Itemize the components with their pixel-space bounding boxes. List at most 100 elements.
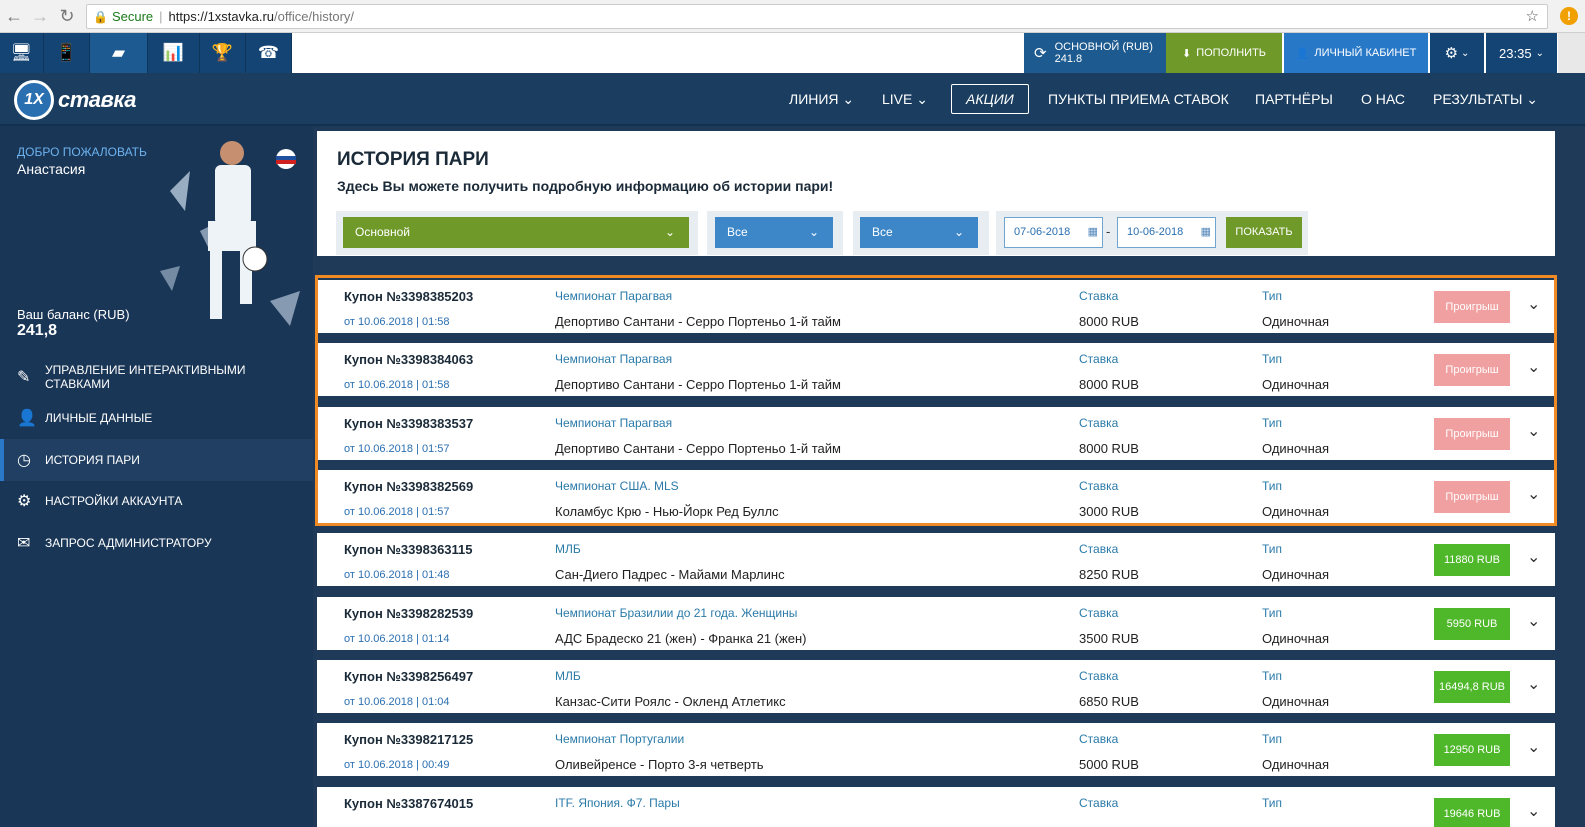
scrollbar[interactable] <box>1558 33 1585 73</box>
coupon-row[interactable]: Купон №3398282539 от 10.06.2018 | 01:14 Че… <box>317 597 1555 650</box>
personal-cabinet-button[interactable]: 👤 ЛИЧНЫЙ КАБИНЕТ <box>1284 33 1428 73</box>
result-badge: 19646 RUB <box>1434 798 1510 827</box>
coupon-number: Купон №3398282539 <box>344 606 474 621</box>
coupon-row[interactable]: Купон №3398217125 от 10.06.2018 | 00:49 Че… <box>317 723 1555 776</box>
coupon-row[interactable]: Купон №3398256497 от 10.06.2018 | 01:04 МЛ… <box>317 660 1555 713</box>
browser-toolbar: ← → ↻ 🔒 Secure | https://1xstavka.ru/office… <box>0 0 1585 33</box>
coupon-icon[interactable]: ▰ <box>90 33 148 73</box>
user-icon: 👤 <box>17 410 37 427</box>
coupon-league[interactable]: Чемпионат Бразилии до 21 года. Женщины <box>555 606 797 620</box>
show-button[interactable]: ПОКАЗАТЬ <box>1226 217 1302 248</box>
address-bar[interactable]: 🔒 Secure | https://1xstavka.ru/office/histo… <box>86 4 1548 29</box>
date-filter-wrap: 07-06-2018 ▦ - 10-06-2018 ▦ ПОКАЗАТЬ <box>996 211 1308 255</box>
account-filter-wrap: Основной ⌄ <box>336 211 698 255</box>
type-value: Одиночная <box>1262 694 1330 709</box>
coupon-number: Купон №3398217125 <box>344 732 474 747</box>
type-label: Тип <box>1262 669 1283 683</box>
url-path: /office/history/ <box>274 9 355 24</box>
coupon-number: Купон №3398256497 <box>344 669 474 684</box>
forward-arrow-icon[interactable]: → <box>30 6 50 26</box>
date-from-input[interactable]: 07-06-2018 ▦ <box>1004 217 1103 248</box>
deposit-button[interactable]: ⬇ ПОПОЛНИТЬ <box>1166 33 1282 73</box>
url-host: https://1xstavka.ru <box>168 9 275 24</box>
stats-icon[interactable]: 📊 <box>148 33 200 73</box>
sidebar-item-account-settings[interactable]: ⚙ НАСТРОЙКИ АККАУНТА <box>0 482 313 520</box>
coupon-league[interactable]: ITF. Япония. Ф7. Пары <box>555 796 680 810</box>
sidebar: ДОБРО ПОЖАЛОВАТЬ Анастасия Ваш баланс (R… <box>0 126 313 827</box>
main-nav: 1X ставка ЛИНИЯ ⌄ LIVE ⌄ АКЦИИ ПУНКТЫ ПР… <box>0 73 1585 126</box>
settings-dropdown[interactable]: ⚙ ⌄ <box>1430 33 1484 73</box>
chevron-down-icon: ⌄ <box>1535 47 1544 59</box>
logo-mark: 1X <box>14 80 54 120</box>
nav-results[interactable]: РЕЗУЛЬТАТЫ ⌄ <box>1433 73 1538 126</box>
download-icon: ⬇ <box>1181 47 1192 60</box>
top-toolbar: 🖥 📱 ▰ 📊 🏆 ☎ ⟳ ОСНОВНОЙ (RUB) 241.8 ⬇ ПОПО… <box>0 33 1585 73</box>
balance-label: ОСНОВНОЙ (RUB) <box>1054 41 1153 53</box>
logo[interactable]: 1X ставка <box>14 77 136 123</box>
expand-chevron-icon[interactable]: ⌄ <box>1527 674 1540 694</box>
coupon-league[interactable]: МЛБ <box>555 542 581 556</box>
sidebar-item-personal-data[interactable]: 👤 ЛИЧНЫЕ ДАННЫЕ <box>0 399 313 437</box>
coupon-league[interactable]: МЛБ <box>555 669 581 683</box>
type-label: Тип <box>1262 606 1283 620</box>
date-to-input[interactable]: 10-06-2018 ▦ <box>1117 217 1216 248</box>
result-badge: 11880 RUB <box>1434 544 1510 576</box>
sidebar-item-bet-history[interactable]: ◷ ИСТОРИЯ ПАРИ <box>0 439 313 481</box>
type-value: Одиночная <box>1262 631 1330 646</box>
coupon-match: АДС Брадеско 21 (жен) - Франка 21 (жен) <box>555 631 807 646</box>
coupon-date: от 10.06.2018 | 01:48 <box>344 569 450 581</box>
sidebar-item-interactive-bets[interactable]: ✎ УПРАВЛЕНИЕ ИНТЕРАКТИВНЫМИ СТАВКАМИ <box>0 357 313 397</box>
filter2-select[interactable]: Все ⌄ <box>860 217 978 248</box>
nav-bet-points[interactable]: ПУНКТЫ ПРИЕМА СТАВОК <box>1048 73 1229 126</box>
clock-icon: ◷ <box>17 452 31 469</box>
nav-live[interactable]: LIVE ⌄ <box>882 73 928 126</box>
date-separator: - <box>1106 224 1111 239</box>
balance-value: 241,8 <box>17 322 58 339</box>
calendar-icon: ▦ <box>1200 226 1211 238</box>
coupon-row[interactable]: Купон №3398363115 от 10.06.2018 | 01:48 МЛ… <box>317 533 1555 586</box>
refresh-icon[interactable]: ⟳ <box>1034 44 1047 62</box>
stake-value: 8250 RUB <box>1079 567 1139 582</box>
filter1-select[interactable]: Все ⌄ <box>715 217 833 248</box>
bookmark-star-icon[interactable]: ☆ <box>1526 5 1539 28</box>
gear-icon: ⚙ <box>1444 45 1459 62</box>
coupon-match: Оливейренсе - Порто 3-я четверть <box>555 757 764 772</box>
expand-chevron-icon[interactable]: ⌄ <box>1527 611 1540 631</box>
envelope-icon: ✉ <box>17 535 31 552</box>
nav-promotions[interactable]: АКЦИИ <box>951 84 1029 114</box>
nav-line[interactable]: ЛИНИЯ ⌄ <box>789 73 854 126</box>
sidebar-item-admin-request[interactable]: ✉ ЗАПРОС АДМИНИСТРАТОРУ <box>0 524 313 562</box>
mobile-icon[interactable]: 📱 <box>44 33 90 73</box>
expand-chevron-icon[interactable]: ⌄ <box>1527 547 1540 567</box>
stake-label: Ставка <box>1079 669 1119 683</box>
desktop-icon[interactable]: 🖥 <box>0 33 44 73</box>
coupon-row[interactable]: Купон №3387674015 ITF. Япония. Ф7. Пары Ст… <box>317 787 1555 827</box>
highlight-box <box>315 275 1557 526</box>
filter1-wrap: Все ⌄ <box>707 211 843 255</box>
player-illustration <box>160 141 300 326</box>
stake-label: Ставка <box>1079 796 1119 810</box>
expand-chevron-icon[interactable]: ⌄ <box>1527 737 1540 757</box>
balance-label: Ваш баланс (RUB) <box>17 307 130 322</box>
balance-widget[interactable]: ⟳ ОСНОВНОЙ (RUB) 241.8 <box>1024 33 1166 73</box>
coupon-date: от 10.06.2018 | 00:49 <box>344 759 450 771</box>
time-dropdown[interactable]: 23:35 ⌄ <box>1486 33 1557 73</box>
reload-icon[interactable]: ↻ <box>57 6 77 26</box>
gears-icon: ⚙ <box>17 493 32 510</box>
expand-chevron-icon[interactable]: ⌄ <box>1527 801 1540 821</box>
nav-about[interactable]: О НАС <box>1361 73 1405 126</box>
ticket-icon: ✎ <box>17 369 31 386</box>
coupon-date: от 10.06.2018 | 01:04 <box>344 696 450 708</box>
stake-value: 6850 RUB <box>1079 694 1139 709</box>
stake-label: Ставка <box>1079 606 1119 620</box>
back-arrow-icon[interactable]: ← <box>4 6 24 26</box>
nav-partners[interactable]: ПАРТНЁРЫ <box>1255 73 1333 126</box>
phone-icon[interactable]: ☎ <box>246 33 292 73</box>
account-select[interactable]: Основной ⌄ <box>343 217 689 248</box>
trophy-icon[interactable]: 🏆 <box>200 33 246 73</box>
coupon-date: от 10.06.2018 | 01:14 <box>344 633 450 645</box>
calendar-icon: ▦ <box>1087 226 1098 238</box>
stake-label: Ставка <box>1079 542 1119 556</box>
warning-icon[interactable]: ! <box>1560 7 1578 25</box>
coupon-league[interactable]: Чемпионат Португалии <box>555 732 684 746</box>
